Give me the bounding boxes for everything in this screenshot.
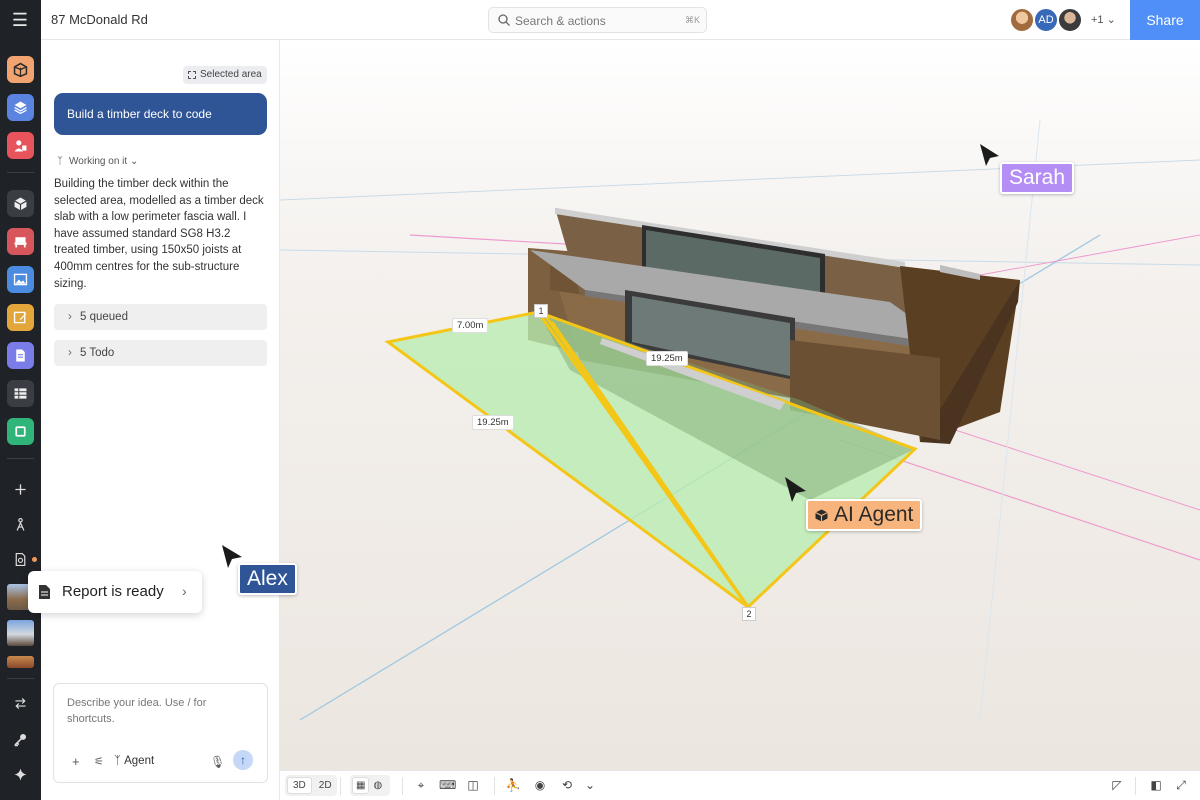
- key-icon[interactable]: [7, 726, 34, 753]
- queued-section[interactable]: › 5 queued: [54, 304, 267, 330]
- grid-icon[interactable]: ▦: [352, 777, 370, 794]
- annotate-icon[interactable]: ◸: [1109, 777, 1125, 793]
- send-button[interactable]: ↑: [233, 750, 253, 770]
- status-indicator[interactable]: ᛉ Working on it ⌄: [57, 156, 138, 167]
- agent-reply: Building the timber deck within the sele…: [54, 178, 264, 290]
- thumbnail-image[interactable]: [7, 656, 34, 668]
- edit-icon[interactable]: [7, 304, 34, 331]
- mode-3d-button[interactable]: 3D: [287, 777, 312, 794]
- point-label[interactable]: 2: [742, 607, 756, 621]
- composer-input[interactable]: Describe your idea. Use / for shortcuts.: [67, 695, 247, 727]
- crosshair-icon[interactable]: ⌖: [413, 777, 429, 793]
- menu-icon[interactable]: ☰: [8, 9, 32, 31]
- eye-icon[interactable]: ◉: [532, 777, 548, 793]
- layers-icon[interactable]: [7, 94, 34, 121]
- microphone-icon[interactable]: 🎙: [210, 755, 225, 769]
- chevron-down-icon: ⌄: [1106, 14, 1116, 26]
- cursor-label-agent: AI Agent: [806, 499, 923, 531]
- report-icon[interactable]: [7, 546, 34, 573]
- cursor-label-alex: Alex: [238, 563, 297, 595]
- cursor-icon: [980, 144, 999, 166]
- search-icon: [498, 14, 510, 26]
- chevron-right-icon: ›: [182, 583, 187, 599]
- grid-toggle[interactable]: ▦ ◍: [350, 775, 390, 796]
- chevron-right-icon: ›: [68, 311, 72, 323]
- mode-2d-button[interactable]: 2D: [314, 780, 337, 791]
- more-collaborators[interactable]: +1 ⌄: [1091, 13, 1116, 26]
- toast-text: Report is ready: [62, 583, 164, 600]
- search-placeholder: Search & actions: [515, 14, 606, 28]
- chat-panel: Selected area Build a timber deck to cod…: [41, 40, 280, 800]
- add-icon[interactable]: +: [72, 754, 80, 769]
- todo-section[interactable]: › 5 Todo: [54, 340, 267, 366]
- selected-area-chip[interactable]: Selected area: [183, 66, 267, 84]
- document-icon: [39, 585, 50, 599]
- chevron-down-icon: ⌄: [129, 156, 139, 167]
- frame-icon[interactable]: [7, 418, 34, 445]
- orbit-icon[interactable]: ⟲: [559, 777, 575, 793]
- top-bar: 87 McDonald Rd Search & actions ⌘K AD +1…: [41, 0, 1200, 40]
- walk-icon[interactable]: ⛹: [505, 777, 521, 793]
- scene-canvas[interactable]: [280, 40, 1200, 770]
- left-rail: ☰: [0, 0, 41, 800]
- fullscreen-icon[interactable]: ⤢: [1173, 777, 1189, 793]
- bottom-toolbar: 3D 2D ▦ ◍ ⌖ ⌨ ◫ ⛹ ◉ ⟲ ⌄ ◸ ◧ ⤢: [280, 770, 1200, 800]
- image-icon[interactable]: [7, 266, 34, 293]
- 3d-viewport[interactable]: 7.00m 19.25m 19.25m 1 2 Sarah AI Agent: [280, 40, 1200, 770]
- avatar[interactable]: [1057, 7, 1083, 33]
- point-label[interactable]: 1: [534, 304, 548, 318]
- settings-sliders-icon[interactable]: ⚟: [94, 755, 104, 768]
- search-box[interactable]: Search & actions ⌘K: [488, 7, 707, 33]
- chat-composer[interactable]: Describe your idea. Use / for shortcuts.…: [53, 683, 268, 783]
- sparkle-icon[interactable]: [7, 761, 34, 788]
- avatar[interactable]: AD: [1033, 7, 1059, 33]
- avatar[interactable]: [1009, 7, 1035, 33]
- dimension-label[interactable]: 19.25m: [646, 351, 688, 366]
- notification-dot: [32, 557, 37, 562]
- search-shortcut: ⌘K: [684, 15, 700, 25]
- agent-icon: ᛉ: [114, 755, 125, 767]
- thumbnail-image[interactable]: [7, 620, 34, 646]
- cursor-label-sarah: Sarah: [1000, 162, 1075, 194]
- globe-icon[interactable]: ◍: [371, 780, 384, 791]
- chevron-right-icon: ›: [68, 347, 72, 359]
- people-icon[interactable]: [7, 132, 34, 159]
- chevron-down-icon[interactable]: ⌄: [582, 777, 598, 793]
- view-mode-toggle[interactable]: 3D 2D: [285, 775, 337, 796]
- report-toast[interactable]: Report is ready ›: [28, 571, 202, 613]
- share-button[interactable]: Share: [1130, 0, 1200, 40]
- cube-icon[interactable]: [7, 190, 34, 217]
- agent-icon[interactable]: [7, 511, 34, 538]
- dimension-label[interactable]: 7.00m: [452, 318, 489, 333]
- agent-selector[interactable]: ᛉ Agent: [114, 755, 154, 767]
- dimension-label[interactable]: 19.25m: [472, 415, 514, 430]
- home-icon[interactable]: [7, 56, 34, 83]
- document-title[interactable]: 87 McDonald Rd: [51, 12, 148, 27]
- agent-cube-icon: [815, 509, 828, 522]
- gamepad-icon[interactable]: ◫: [465, 777, 481, 793]
- plus-icon[interactable]: [7, 476, 34, 503]
- document-icon[interactable]: [7, 342, 34, 369]
- selection-icon: [188, 71, 196, 79]
- swap-icon[interactable]: [7, 690, 34, 717]
- agent-icon: ᛉ: [57, 156, 63, 167]
- split-view-icon[interactable]: ◧: [1148, 777, 1164, 793]
- table-icon[interactable]: [7, 380, 34, 407]
- furniture-icon[interactable]: [7, 228, 34, 255]
- keyboard-icon[interactable]: ⌨: [439, 777, 456, 793]
- user-message: Build a timber deck to code: [54, 93, 267, 135]
